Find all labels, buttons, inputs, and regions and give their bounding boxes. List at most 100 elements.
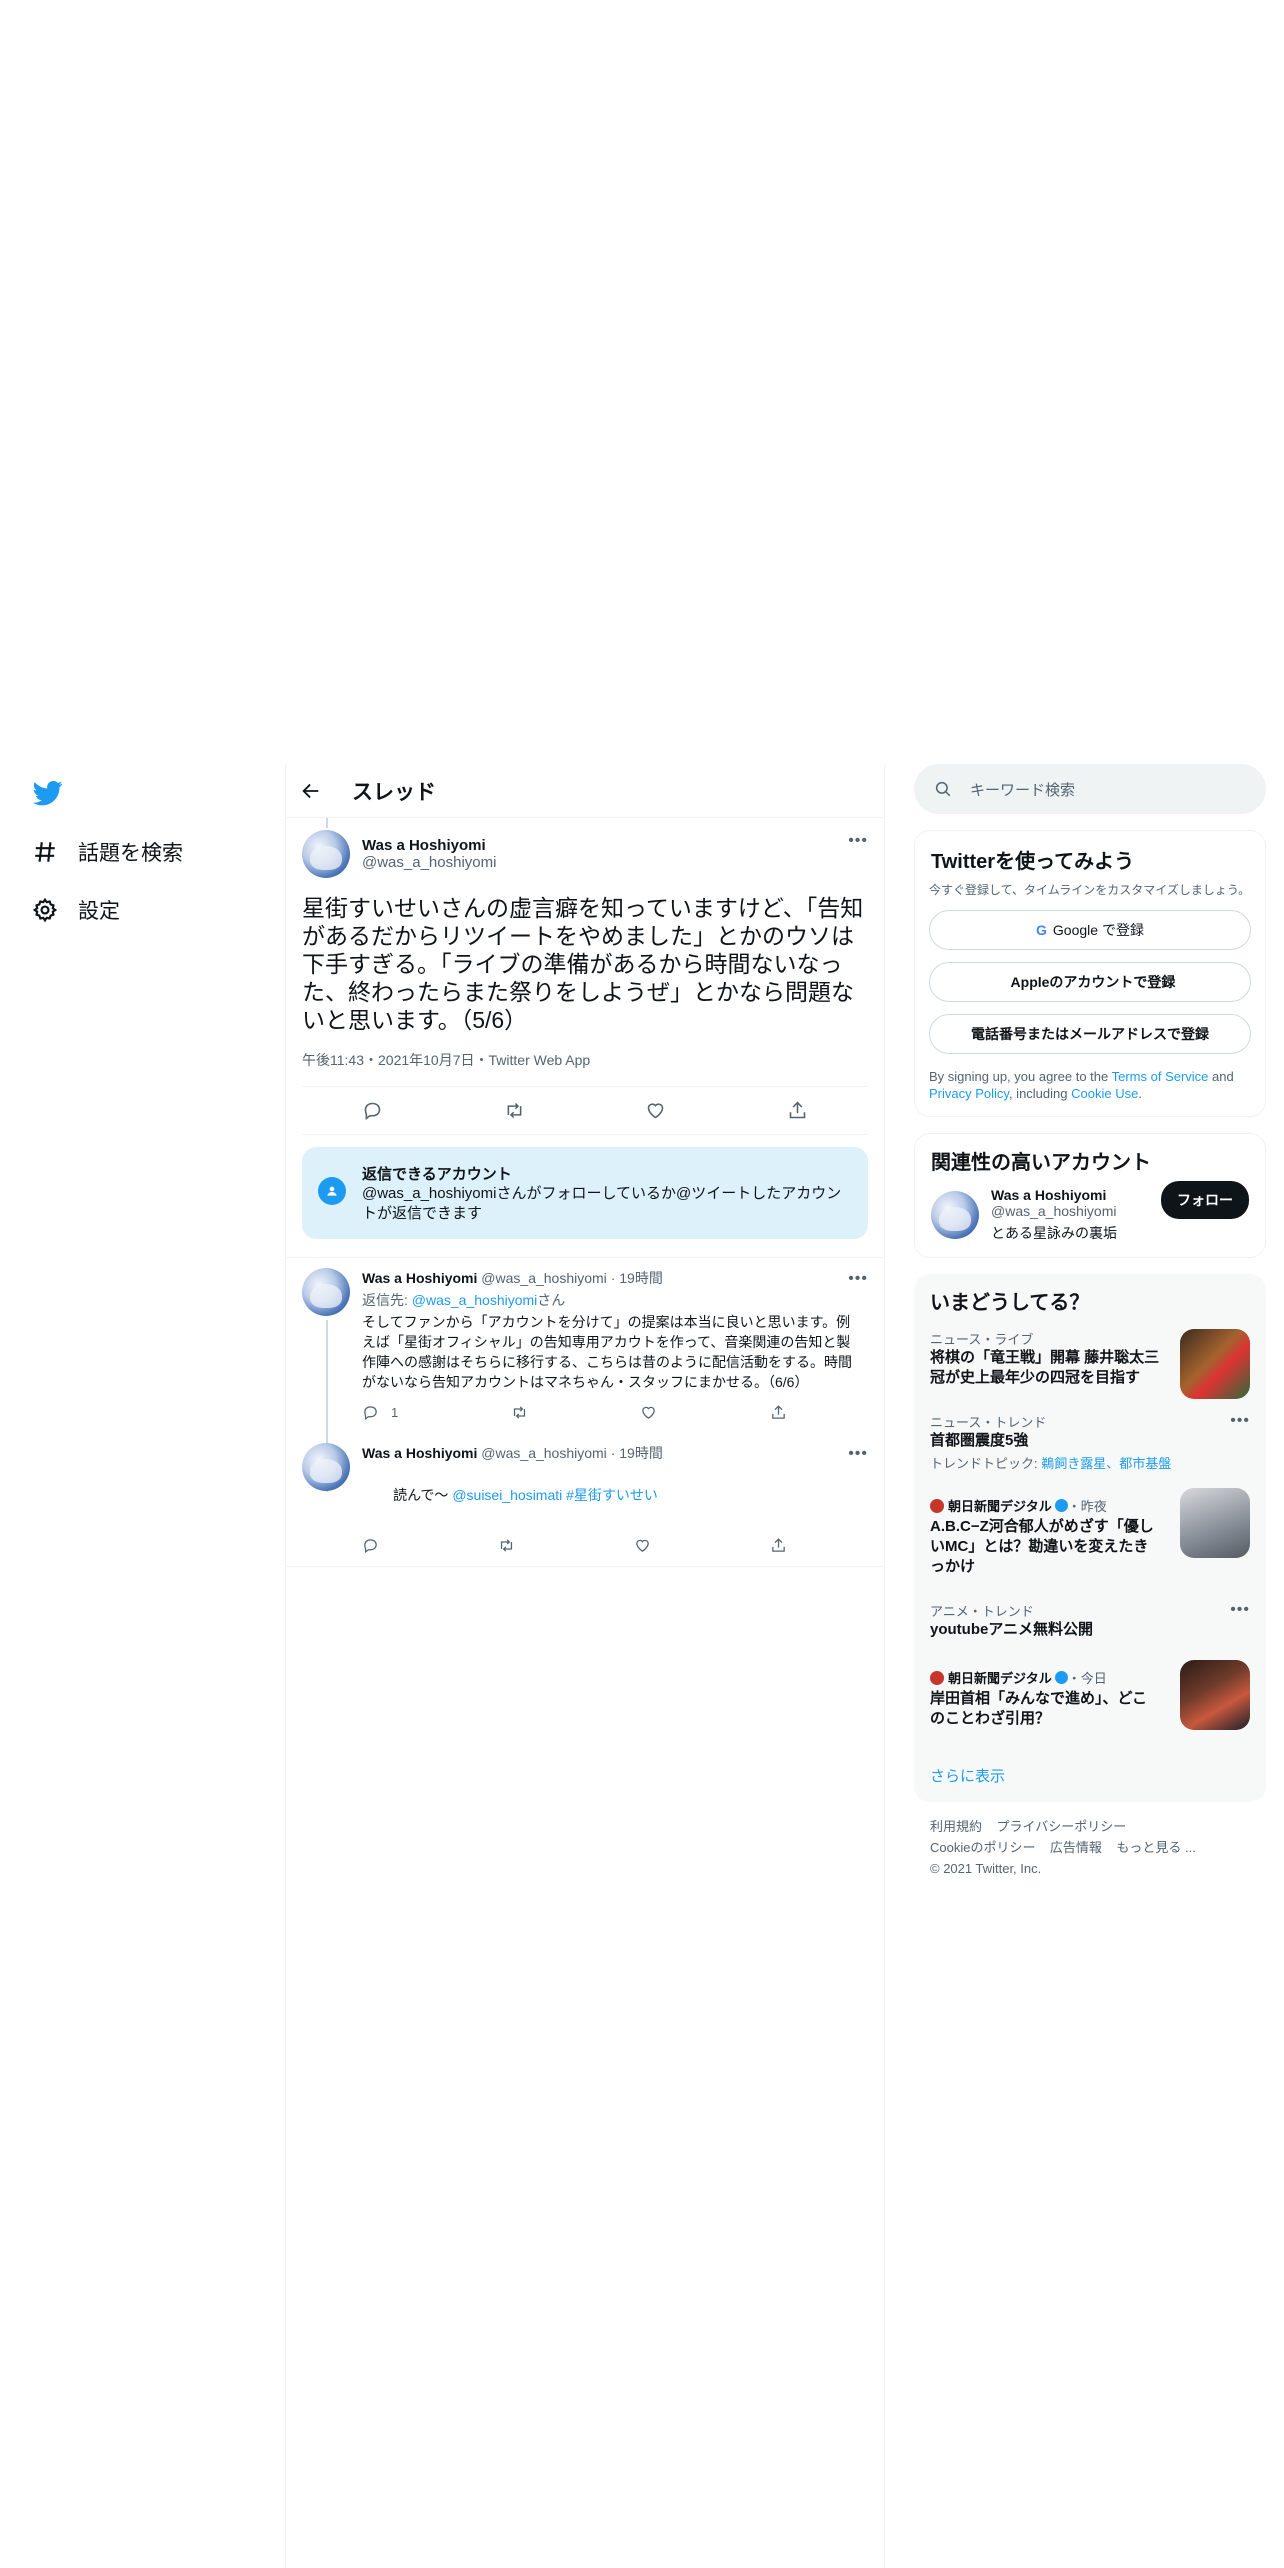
trend-thumbnail [1180, 1329, 1250, 1399]
tweet-text: 星街すいせいさんの虚言癖を知っていますけど、「告知があるだからリツイートをやめま… [302, 895, 864, 1033]
terms-and: and [1208, 1069, 1234, 1084]
related-account[interactable]: Was a Hoshiyomi @was_a_hoshiyomi とある星詠みの… [931, 1181, 1249, 1243]
show-more-link[interactable]: さらに表示 [914, 1729, 1266, 1786]
reply-to-link[interactable]: @was_a_hoshiyomi [412, 1292, 538, 1308]
google-icon: G [1036, 922, 1047, 938]
privacy-link[interactable]: Privacy Policy [929, 1086, 1009, 1101]
footer: 利用規約 プライバシーポリシー Cookieのポリシー 広告情報 もっと見る .… [914, 1802, 1266, 1893]
topic-prefix: トレンドトピック: [930, 1456, 1042, 1471]
share-icon[interactable] [770, 1537, 787, 1554]
share-icon[interactable] [787, 1100, 808, 1121]
trend-topics: トレンドトピック: 鵜飼き露星、都市基盤 [930, 1453, 1250, 1472]
retweet-icon[interactable] [511, 1404, 528, 1421]
cookie-link[interactable]: Cookie Use [1071, 1086, 1138, 1101]
tweet-actions [302, 1087, 868, 1135]
share-icon[interactable] [770, 1404, 787, 1421]
more-options-icon[interactable]: ••• [1230, 1601, 1250, 1619]
reply-restriction-notice: 返信できるアカウント @was_a_hoshiyomiさんがフォローしているか@… [302, 1147, 868, 1239]
trends-title: いまどうしてる？ [930, 1292, 1090, 1314]
author-handle[interactable]: @was_a_hoshiyomi [362, 854, 496, 871]
column-divider-right [884, 764, 885, 2568]
like-icon[interactable] [640, 1404, 657, 1421]
reply-icon[interactable] [362, 1537, 379, 1554]
reply-icon[interactable] [362, 1100, 383, 1121]
tweet-actions: 1 [362, 1404, 787, 1421]
retweet-icon[interactable] [504, 1100, 525, 1121]
tweet-time[interactable]: 19時間 [619, 1445, 663, 1461]
like-icon[interactable] [634, 1537, 651, 1554]
trend-thumbnail [1180, 1488, 1250, 1558]
google-signup-button[interactable]: G Google で登録 [929, 910, 1251, 950]
trend-item[interactable]: ••• ニュース・トレンド 首都圏震度5強 トレンドトピック: 鵜飼き露星、都市… [914, 1402, 1266, 1472]
phone-signup-label: 電話番号またはメールアドレスで登録 [971, 1026, 1209, 1042]
retweet-icon[interactable] [498, 1537, 515, 1554]
reply-button[interactable]: 1 [362, 1404, 398, 1421]
tweet-time[interactable]: 19時間 [619, 1270, 663, 1286]
related-handle[interactable]: @was_a_hoshiyomi [991, 1203, 1161, 1219]
footer-ads-link[interactable]: 広告情報 [1050, 1840, 1102, 1855]
trend-item[interactable]: 朝日新聞デジタル ・昨夜 A.B.C−Z河合郁人がめざす「優しいMC」とは？勘違… [914, 1486, 1266, 1577]
mention-link[interactable]: @suisei_hosimati [452, 1487, 562, 1503]
apple-signup-button[interactable]: Appleのアカウントで登録 [929, 962, 1251, 1002]
trend-item[interactable]: 朝日新聞デジタル ・今日 岸田首相「みんなで進め」、どこのことわざ引用？ [914, 1658, 1266, 1730]
notice-title: 返信できるアカウント [362, 1166, 512, 1183]
author-name[interactable]: Was a Hoshiyomi [362, 837, 496, 854]
verified-icon [1054, 1499, 1068, 1512]
reply-context: 返信先: @was_a_hoshiyomiさん [362, 1290, 862, 1310]
more-options-icon[interactable]: ••• [848, 1445, 868, 1463]
google-signup-label: Google で登録 [1052, 922, 1144, 938]
footer-privacy-link[interactable]: プライバシーポリシー [996, 1819, 1126, 1834]
author-handle[interactable]: @was_a_hoshiyomi [481, 1445, 607, 1461]
author-handle[interactable]: @was_a_hoshiyomi [481, 1270, 607, 1286]
author-name[interactable]: Was a Hoshiyomi [362, 1270, 477, 1286]
topic-links[interactable]: 鵜飼き露星、都市基盤 [1041, 1456, 1171, 1471]
avatar[interactable] [302, 830, 350, 878]
source-name: 朝日新聞デジタル [948, 1499, 1052, 1514]
search-input[interactable]: キーワード検索 [914, 764, 1266, 814]
tweet-meta[interactable]: 午後11:43・2021年10月7日・Twitter Web App [302, 1050, 868, 1087]
nav-explore[interactable]: 話題を検索 [32, 832, 183, 872]
tweet-actions [362, 1537, 787, 1554]
avatar[interactable] [302, 1443, 350, 1491]
terms-dot: . [1138, 1086, 1142, 1101]
right-sidebar: キーワード検索 Twitterを使ってみよう 今すぐ登録して、タイムラインをカス… [914, 764, 1266, 1893]
source-name: 朝日新聞デジタル [948, 1671, 1052, 1686]
focused-tweet: ••• Was a Hoshiyomi @was_a_hoshiyomi 星街す… [286, 818, 884, 1135]
hashtag-icon [35, 842, 55, 862]
apple-signup-label: Appleのアカウントで登録 [1010, 974, 1176, 990]
signup-title: Twitterを使ってみよう [931, 851, 1135, 873]
page-title: スレッド [352, 780, 436, 804]
back-arrow-icon[interactable] [300, 780, 322, 802]
terms-link[interactable]: Terms of Service [1112, 1069, 1209, 1084]
trend-title: A.B.C−Z河合郁人がめざす「優しいMC」とは？勘違いを変えたきっかけ [930, 1518, 1154, 1575]
footer-more-link[interactable]: もっと見る ... [1116, 1840, 1195, 1855]
follow-button[interactable]: フォロー [1161, 1181, 1249, 1219]
author-name[interactable]: Was a Hoshiyomi [362, 1445, 477, 1461]
trend-thumbnail [1180, 1660, 1250, 1730]
source-logo-icon [930, 1670, 944, 1685]
gear-icon [32, 897, 58, 923]
like-icon[interactable] [645, 1100, 666, 1121]
nav-settings[interactable]: 設定 [32, 890, 120, 930]
trend-item[interactable]: ••• アニメ・トレンド youtubeアニメ無料公開 [914, 1591, 1266, 1640]
hashtag-link[interactable]: #星街すいせい [566, 1487, 658, 1503]
trend-item[interactable]: ニュース・ライブ 将棋の「竜王戦」開幕 藤井聡太三冠が史上最年少の四冠を目指す [914, 1319, 1266, 1399]
phone-signup-button[interactable]: 電話番号またはメールアドレスで登録 [929, 1014, 1251, 1054]
more-options-icon[interactable]: ••• [848, 832, 868, 850]
related-name[interactable]: Was a Hoshiyomi [991, 1187, 1161, 1203]
source-time: ・昨夜 [1067, 1499, 1107, 1514]
source-logo-icon [930, 1498, 944, 1513]
footer-cookie-link[interactable]: Cookieのポリシー [930, 1840, 1035, 1855]
avatar[interactable] [931, 1191, 979, 1239]
trend-title: 首都圏震度5強 [930, 1432, 1029, 1449]
reply-tweet[interactable]: ••• Was a Hoshiyomi @was_a_hoshiyomi · 1… [286, 1257, 884, 1492]
terms-including: , including [1008, 1086, 1072, 1101]
more-options-icon[interactable]: ••• [848, 1270, 868, 1288]
more-options-icon[interactable]: ••• [1230, 1412, 1250, 1430]
avatar[interactable] [302, 1268, 350, 1316]
twitter-logo-icon[interactable] [32, 778, 64, 808]
tweet-text: そしてファンから「アカウントを分けて」の提案は本当に良いと思います。例えば「星街… [362, 1314, 852, 1390]
footer-terms-link[interactable]: 利用規約 [930, 1819, 982, 1834]
reply-tweet[interactable]: ••• Was a Hoshiyomi @was_a_hoshiyomi · 1… [286, 1433, 884, 1567]
notice-text: @was_a_hoshiyomiさんがフォローしているか@ツイートしたアカウント… [362, 1185, 842, 1222]
